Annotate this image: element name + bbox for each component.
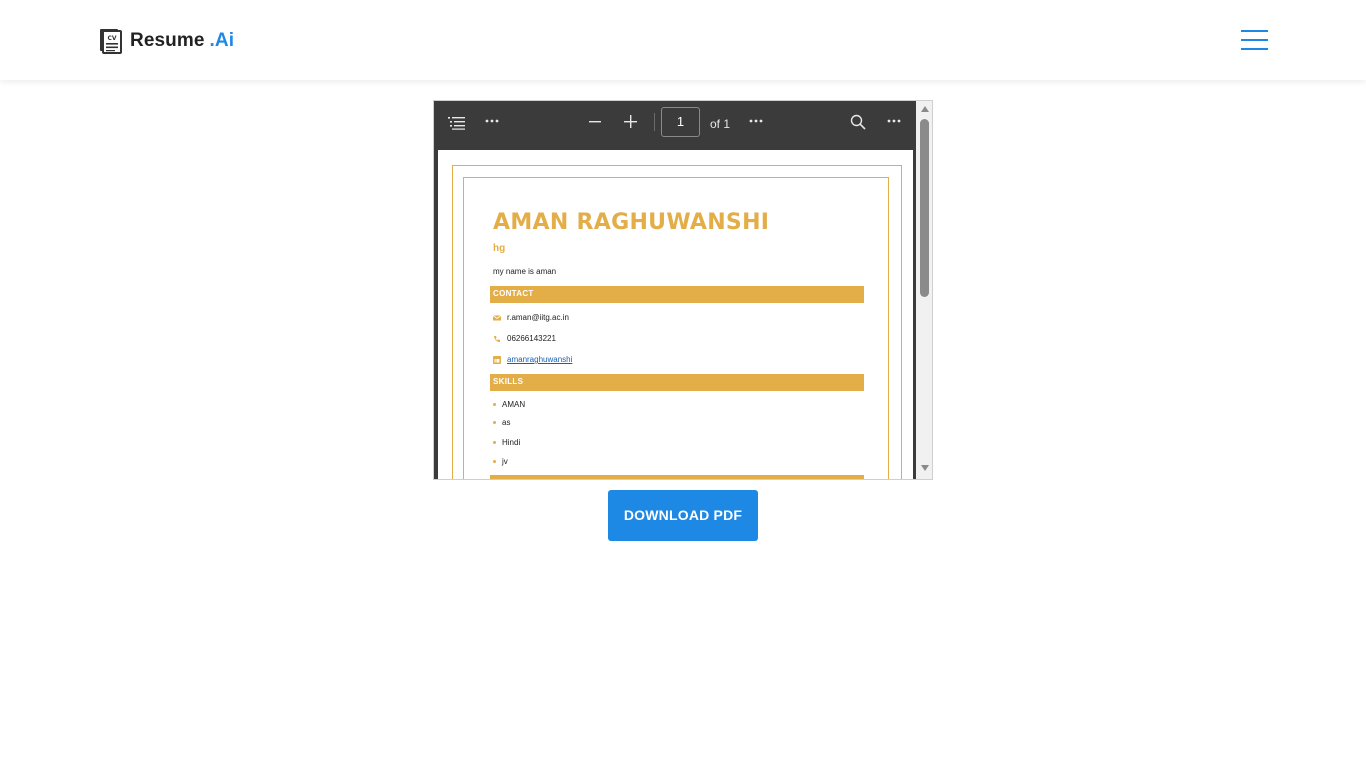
page-more-icon[interactable]	[749, 119, 763, 123]
scroll-down-arrow-icon[interactable]	[921, 465, 929, 471]
contact-section-heading: CONTACT	[490, 286, 864, 303]
pdf-toolbar: 1 of 1	[434, 101, 916, 147]
next-section-heading	[490, 475, 864, 479]
toolbar-divider	[654, 113, 655, 131]
phone-icon	[494, 335, 500, 342]
skills-section-heading: SKILLS	[490, 374, 864, 391]
skill-item: Hindi	[493, 438, 520, 447]
top-navbar: CV Resume .Ai	[0, 0, 1366, 80]
email-text: r.aman@iitg.ac.in	[507, 313, 569, 322]
hamburger-icon	[1241, 30, 1268, 32]
page-total-label: of 1	[710, 117, 731, 131]
scroll-up-arrow-icon[interactable]	[921, 106, 929, 112]
pdf-scrollbar[interactable]	[916, 101, 932, 479]
hamburger-menu-button[interactable]	[1241, 30, 1268, 50]
email-icon	[493, 314, 501, 320]
phone-text: 06266143221	[507, 334, 556, 343]
skill-item: AMAN	[493, 400, 525, 409]
contact-linkedin: amanraghuwanshi	[493, 355, 572, 364]
plus-icon[interactable]	[624, 115, 637, 128]
download-pdf-button[interactable]: DOWNLOAD PDF	[608, 490, 758, 541]
bullet-dot	[493, 460, 496, 463]
linkedin-icon	[493, 355, 501, 364]
minus-icon[interactable]	[589, 121, 601, 123]
toolbar-more-icon[interactable]	[887, 119, 901, 123]
resume-name: AMAN RAGHUWANSHI	[493, 210, 770, 235]
pdf-page-area[interactable]: AMAN RAGHUWANSHI hg my name is aman CONT…	[434, 147, 916, 479]
brand-name: Resume .Ai	[130, 30, 235, 51]
bullet-dot	[493, 421, 496, 424]
scroll-thumb[interactable]	[920, 119, 929, 297]
brand-suffix: .Ai	[209, 30, 235, 51]
resume-subtitle: hg	[493, 243, 506, 254]
outline-icon[interactable]	[448, 116, 466, 130]
bullet-dot	[493, 441, 496, 444]
contact-email: r.aman@iitg.ac.in	[493, 313, 569, 322]
cv-document-icon: CV	[100, 29, 122, 54]
resume-about: my name is aman	[493, 267, 557, 276]
page-number-input[interactable]: 1	[661, 107, 700, 137]
brand-logo-link[interactable]: CV Resume .Ai	[99, 27, 234, 55]
skill-item: as	[493, 418, 510, 427]
pdf-page: AMAN RAGHUWANSHI hg my name is aman CONT…	[438, 150, 913, 479]
linkedin-link[interactable]: amanraghuwanshi	[507, 355, 572, 364]
contact-phone: 06266143221	[493, 334, 556, 343]
more-horizontal-icon[interactable]	[485, 119, 499, 123]
bullet-dot	[493, 403, 496, 406]
search-icon[interactable]	[850, 114, 866, 130]
skill-item: jv	[493, 457, 508, 466]
svg-text:CV: CV	[107, 35, 116, 42]
pdf-viewer: 1 of 1 AMAN RAGHUWANSHI hg my name is am…	[433, 100, 933, 480]
